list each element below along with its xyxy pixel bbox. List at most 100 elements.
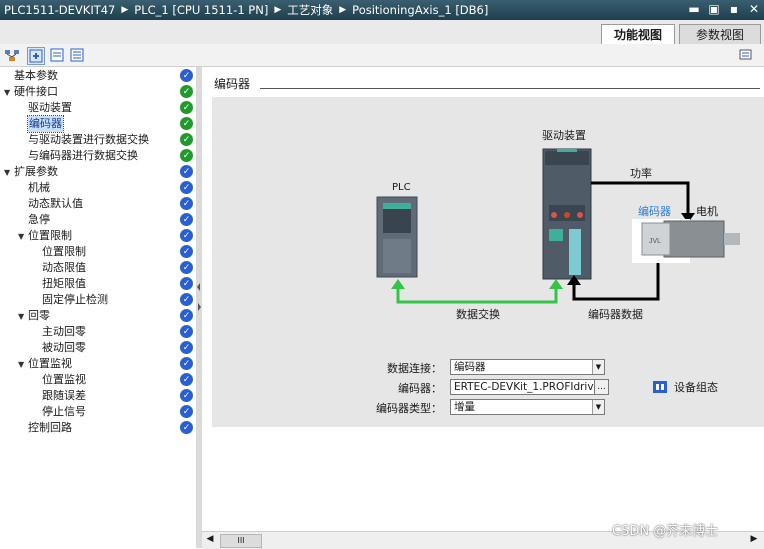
network-view-icon[interactable] <box>4 47 20 63</box>
panel-settings-icon[interactable] <box>738 47 754 63</box>
device-config-icon <box>653 381 667 393</box>
data-connection-value: 编码器 <box>454 361 486 373</box>
tree-item[interactable]: 驱动装置 <box>28 100 72 116</box>
hardware-diagram: JVL <box>376 148 740 304</box>
tree-item[interactable]: 机械 <box>28 180 50 196</box>
plc-label: PLC <box>392 182 411 193</box>
tree-item[interactable]: 主动回零 <box>42 324 86 340</box>
toolbar <box>0 44 764 67</box>
expand-arrow-icon[interactable]: ▼ <box>18 312 24 321</box>
expand-arrow-icon[interactable]: ▼ <box>4 88 10 97</box>
tree-item[interactable]: 急停 <box>28 212 50 228</box>
status-pending-icon: ✓ <box>180 213 193 226</box>
chevron-down-icon[interactable]: ▼ <box>592 360 604 374</box>
list-view-icon[interactable] <box>69 47 85 63</box>
tab-parameter-view[interactable]: 参数视图 <box>679 24 761 44</box>
tree-item[interactable]: 扩展参数 <box>14 164 58 180</box>
encoder-label: 编码器 <box>638 205 671 218</box>
minimize-icon[interactable]: ▬ <box>688 2 700 16</box>
motor-label: 电机 <box>696 205 718 218</box>
status-pending-icon: ✓ <box>180 277 193 290</box>
status-pending-icon: ✓ <box>180 229 193 242</box>
breadcrumb-separator-icon: ▶ <box>274 5 282 15</box>
status-pending-icon: ✓ <box>180 293 193 306</box>
tree-item[interactable]: 跟随误差 <box>42 388 86 404</box>
drive-label: 驱动装置 <box>542 129 586 142</box>
encoder-type-value: 增量 <box>454 401 475 413</box>
tree-item[interactable]: 位置监视 <box>42 372 86 388</box>
scroll-thumb[interactable]: III <box>220 534 262 548</box>
tree-item[interactable]: 与驱动装置进行数据交换 <box>28 132 149 148</box>
status-ok-icon: ✓ <box>180 117 193 130</box>
status-ok-icon: ✓ <box>180 149 193 162</box>
status-ok-icon: ✓ <box>180 133 193 146</box>
tree-item[interactable]: 扭矩限值 <box>42 276 86 292</box>
expand-arrow-icon[interactable]: ▼ <box>4 168 10 177</box>
breadcrumb-separator-icon: ▶ <box>339 5 347 15</box>
tree-item[interactable]: 位置限制 <box>42 244 86 260</box>
status-ok-icon: ✓ <box>180 85 193 98</box>
tree-item[interactable]: 控制回路 <box>28 420 72 436</box>
status-pending-icon: ✓ <box>180 373 193 386</box>
svg-text:JVL: JVL <box>649 238 661 245</box>
status-pending-icon: ✓ <box>180 181 193 194</box>
drive-unit-icon <box>542 148 592 280</box>
tree-item[interactable]: 停止信号 <box>42 404 86 420</box>
encoder-type-select[interactable]: 增量 ▼ <box>450 399 605 415</box>
breadcrumb: PLC1511-DEVKIT47 ▶ PLC_1 [CPU 1511-1 PN]… <box>0 2 488 18</box>
encoder-value: ERTEC-DEVKit_1.PROFIdrive Mo <box>454 381 597 393</box>
status-pending-icon: ✓ <box>180 357 193 370</box>
status-pending-icon: ✓ <box>180 69 193 82</box>
tree-item[interactable]: 位置监视 <box>28 356 72 372</box>
expand-arrow-icon[interactable]: ▼ <box>18 232 24 241</box>
tree-item[interactable]: 回零 <box>28 308 50 324</box>
scroll-right-icon[interactable]: ▶ <box>748 534 760 546</box>
status-pending-icon: ✓ <box>180 309 193 322</box>
status-pending-icon: ✓ <box>180 405 193 418</box>
tree-item[interactable]: 被动回零 <box>42 340 86 356</box>
device-config-link[interactable]: 设备组态 <box>652 379 718 395</box>
status-pending-icon: ✓ <box>180 261 193 274</box>
encoder-input[interactable]: ERTEC-DEVKit_1.PROFIdrive Mo <box>450 379 597 395</box>
close-icon[interactable]: ✕ <box>748 2 760 16</box>
data-connection-label: 数据连接： <box>387 362 442 375</box>
restore-icon[interactable]: ▣ <box>708 2 720 16</box>
data-connection-select[interactable]: 编码器 ▼ <box>450 359 605 375</box>
status-pending-icon: ✓ <box>180 165 193 178</box>
tree-item[interactable]: 与编码器进行数据交换 <box>28 148 138 164</box>
scroll-left-icon[interactable]: ◀ <box>204 534 216 546</box>
breadcrumb-axis[interactable]: PositioningAxis_1 [DB6] <box>352 3 488 17</box>
data-exchange-label: 数据交换 <box>456 308 500 321</box>
status-pending-icon: ✓ <box>180 245 193 258</box>
float-icon[interactable]: ▪ <box>728 2 740 16</box>
expand-all-icon[interactable] <box>27 47 45 65</box>
encoder-config-panel: 编码器 JVL PLC 驱动装置 功率 编码器 电机 数据交换 编码器数据 数据… <box>202 67 764 531</box>
status-pending-icon: ✓ <box>180 421 193 434</box>
tab-function-view[interactable]: 功能视图 <box>601 24 675 44</box>
tree-item[interactable]: 位置限制 <box>28 228 72 244</box>
motor-icon: JVL <box>641 220 740 258</box>
breadcrumb-technology-objects[interactable]: 工艺对象 <box>287 2 333 18</box>
collapse-icon[interactable] <box>49 47 65 63</box>
tree-item[interactable]: 固定停止检测 <box>42 292 108 308</box>
tree-item[interactable]: 动态限值 <box>42 260 86 276</box>
breadcrumb-project[interactable]: PLC1511-DEVKIT47 <box>4 3 115 17</box>
tree-item[interactable]: 动态默认值 <box>28 196 83 212</box>
status-pending-icon: ✓ <box>180 341 193 354</box>
status-ok-icon: ✓ <box>180 101 193 114</box>
encoder-data-label: 编码器数据 <box>588 308 643 321</box>
tree-item[interactable]: 编码器 <box>27 115 64 133</box>
tree-item[interactable]: 基本参数 <box>14 68 58 84</box>
section-divider <box>260 88 760 89</box>
encoder-type-label: 编码器类型： <box>376 402 442 415</box>
title-bar: PLC1511-DEVKIT47 ▶ PLC_1 [CPU 1511-1 PN]… <box>0 0 764 20</box>
browse-button[interactable]: ... <box>594 379 609 395</box>
breadcrumb-separator-icon: ▶ <box>121 5 129 15</box>
view-tabs: 功能视图 参数视图 <box>0 20 764 44</box>
tree-item[interactable]: 硬件接口 <box>14 84 58 100</box>
hardware-diagram-panel: JVL PLC 驱动装置 功率 编码器 电机 数据交换 编码器数据 数据连接： … <box>212 97 764 427</box>
chevron-down-icon[interactable]: ▼ <box>592 400 604 414</box>
status-pending-icon: ✓ <box>180 197 193 210</box>
expand-arrow-icon[interactable]: ▼ <box>18 360 24 369</box>
breadcrumb-plc[interactable]: PLC_1 [CPU 1511-1 PN] <box>134 3 268 17</box>
